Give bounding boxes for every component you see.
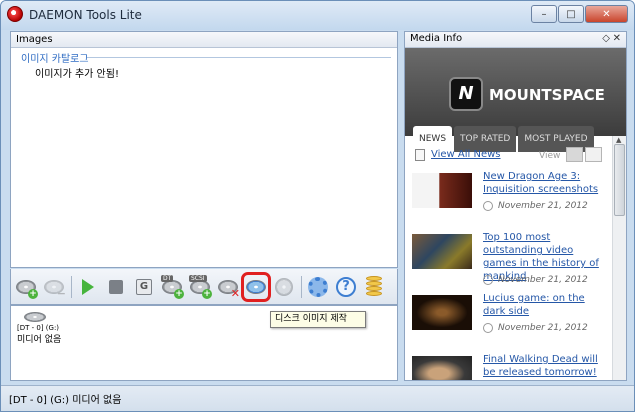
device-status: 미디어 없음: [17, 335, 62, 345]
device-label: [DT - 0] (G:): [17, 324, 60, 332]
news-feed: View All News View New Dragon Age 3: Inq…: [405, 136, 610, 380]
clock-icon: [483, 323, 493, 333]
images-panel-header: Images: [11, 32, 397, 48]
title-bar: DAEMON Tools Lite – □ ✕: [1, 1, 634, 30]
news-date: November 21, 2012: [498, 323, 588, 333]
daemon-tools-icon: [7, 6, 23, 22]
view-all-news-link[interactable]: View All News: [431, 149, 501, 160]
plus-icon: +: [174, 288, 184, 299]
news-thumbnail[interactable]: [412, 234, 472, 269]
catalog-empty-message: 이미지가 추가 안됨!: [35, 69, 119, 80]
mountspace-logo-icon: N: [449, 77, 483, 111]
add-scsi-drive-button[interactable]: SCSI +: [188, 274, 212, 299]
play-icon: [82, 278, 94, 295]
media-info-header: Media Info ◇ ✕: [405, 32, 626, 48]
coins-icon: [364, 275, 384, 298]
scroll-up-icon[interactable]: ▲: [616, 136, 621, 144]
news-date: November 21, 2012: [498, 275, 588, 285]
plus-icon: +: [28, 288, 38, 299]
window-title: DAEMON Tools Lite: [29, 8, 142, 22]
maximize-button[interactable]: □: [558, 5, 584, 23]
brand-name: MOUNTSPACE: [489, 86, 605, 104]
buy-button[interactable]: [362, 275, 386, 299]
news-item: New Dragon Age 3: Inquisition screenshot…: [405, 170, 610, 231]
status-bar: [DT - 0] (G:) 미디어 없음: [1, 385, 634, 411]
stop-icon: [109, 279, 123, 294]
disc-save-icon: [246, 279, 266, 294]
dt-tag: DT: [161, 274, 174, 282]
clock-icon: [483, 275, 493, 285]
virtual-drive-icon: [24, 312, 46, 322]
news-title-link[interactable]: Final Walking Dead will be released tomo…: [483, 353, 607, 379]
virtual-drive-dt0[interactable]: [DT - 0] (G:) 미디어 없음: [17, 312, 67, 345]
news-title-link[interactable]: New Dragon Age 3: Inquisition screenshot…: [483, 170, 607, 196]
preferences-button[interactable]: [306, 275, 330, 299]
tooltip: 디스크 이미지 제작: [270, 311, 366, 328]
pin-icon[interactable]: ◇: [602, 33, 610, 44]
toolbar-separator: [301, 275, 302, 298]
grid-view-icon[interactable]: [566, 147, 583, 162]
close-button[interactable]: ✕: [585, 5, 628, 23]
burn-disc-button[interactable]: [272, 275, 296, 299]
list-view-icon[interactable]: [585, 147, 602, 162]
news-date: November 21, 2012: [498, 201, 588, 211]
change-drive-letter-button[interactable]: G: [132, 275, 156, 299]
media-info-title: Media Info: [410, 33, 463, 44]
scsi-tag: SCSI: [189, 274, 207, 282]
help-button[interactable]: ?: [334, 275, 358, 299]
mount-button[interactable]: [76, 275, 100, 299]
remove-icon: −: [56, 286, 66, 300]
news-view-row: View All News View: [405, 136, 610, 170]
status-text: [DT - 0] (G:) 미디어 없음: [9, 395, 122, 406]
minimize-button[interactable]: –: [531, 5, 557, 23]
disc-icon: [275, 277, 293, 296]
image-catalog-group: 이미지 카탈로그: [11, 50, 397, 65]
close-icon[interactable]: ✕: [613, 33, 621, 44]
clock-icon: [483, 201, 493, 211]
add-image-button[interactable]: +: [14, 275, 38, 299]
document-icon: [415, 149, 425, 161]
news-item: Lucius game: on the dark side November 2…: [405, 292, 610, 353]
add-dt-drive-button[interactable]: DT +: [160, 274, 184, 299]
create-disc-image-button[interactable]: [241, 271, 271, 302]
news-title-link[interactable]: Lucius game: on the dark side: [483, 292, 607, 318]
unmount-button[interactable]: [104, 275, 128, 299]
news-item: Top 100 most outstanding video games in …: [405, 231, 610, 292]
main-toolbar: + − G DT + SCSI + ✕ ?: [10, 269, 398, 305]
g-drive-icon: G: [136, 278, 152, 295]
view-label: View: [539, 151, 561, 161]
news-thumbnail[interactable]: [412, 173, 472, 208]
news-item: Final Walking Dead will be released tomo…: [405, 353, 610, 380]
app-window: DAEMON Tools Lite – □ ✕ Images 이미지 카탈로그 …: [0, 0, 635, 412]
images-panel: Images 이미지 카탈로그 이미지가 추가 안됨!: [10, 31, 398, 268]
catalog-divider: [87, 57, 391, 58]
remove-drive-button[interactable]: ✕: [216, 275, 240, 299]
plus-icon: +: [202, 288, 212, 299]
image-catalog-title[interactable]: 이미지 카탈로그: [21, 50, 89, 65]
mountspace-banner: N MOUNTSPACE NEWS TOP RATED MOST PLAYED: [405, 48, 626, 152]
remove-icon: ✕: [230, 286, 240, 300]
remove-image-button[interactable]: −: [42, 275, 66, 299]
news-thumbnail[interactable]: [412, 295, 472, 330]
media-info-panel: Media Info ◇ ✕ N MOUNTSPACE NEWS TOP RAT…: [404, 31, 627, 381]
toolbar-separator: [71, 275, 72, 298]
gear-icon: [308, 276, 328, 297]
scroll-thumb[interactable]: [614, 144, 625, 216]
help-icon: ?: [336, 276, 356, 297]
news-thumbnail[interactable]: [412, 356, 472, 380]
media-scrollbar[interactable]: ▲: [612, 136, 626, 380]
